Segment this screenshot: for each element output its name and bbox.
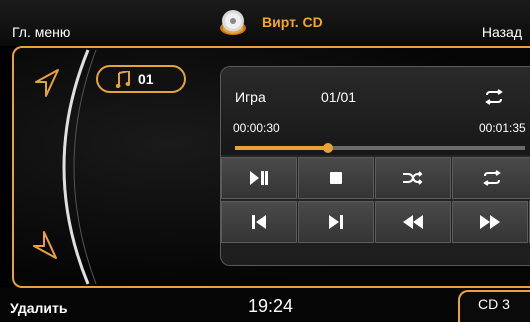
page-title: Вирт. CD (262, 14, 323, 30)
main-menu-button[interactable]: Гл. меню (12, 24, 70, 40)
clock: 19:24 (248, 296, 294, 316)
cd-label: CD 3 (478, 296, 510, 312)
stop-icon (330, 172, 342, 184)
previous-track-button[interactable] (221, 201, 297, 243)
progress-bar[interactable] (235, 143, 525, 153)
progress-knob[interactable] (322, 143, 333, 153)
total-time: 00:01:35 (479, 121, 526, 135)
track-list-item[interactable]: 01 (96, 65, 186, 93)
stop-button[interactable] (298, 157, 374, 199)
track-number: 01 (138, 71, 154, 87)
cd-source-tab[interactable]: CD 3 (458, 290, 530, 322)
disc-icon (220, 10, 246, 35)
scroll-down-arrow-icon[interactable] (30, 230, 60, 260)
repeat-button[interactable] (452, 157, 530, 199)
shuffle-icon (403, 171, 423, 185)
music-note-icon (116, 71, 130, 88)
back-button[interactable]: Назад (482, 24, 522, 40)
skip-back-icon (252, 215, 266, 229)
next-track-button[interactable] (298, 201, 374, 243)
player-panel: Игра 01/01 00:00:30 00:01:35 (220, 66, 530, 266)
repeat-status-icon (485, 89, 503, 105)
track-info: Игра 01/01 00:00:30 00:01:35 (221, 67, 530, 155)
delete-button[interactable]: Удалить (10, 300, 67, 316)
fast-forward-icon (480, 215, 500, 229)
skip-forward-icon (329, 215, 343, 229)
repeat-icon (483, 170, 501, 186)
scroll-up-arrow-icon[interactable] (32, 68, 62, 98)
shuffle-button[interactable] (375, 157, 451, 199)
elapsed-time: 00:00:30 (233, 121, 280, 135)
play-pause-button[interactable] (221, 157, 297, 199)
rewind-button[interactable] (375, 201, 451, 243)
play-pause-icon (250, 171, 268, 185)
progress-fill (235, 146, 328, 150)
track-counter: 01/01 (321, 89, 357, 105)
fast-forward-button[interactable] (452, 201, 528, 243)
song-name: Игра (235, 89, 266, 105)
rewind-icon (403, 215, 423, 229)
